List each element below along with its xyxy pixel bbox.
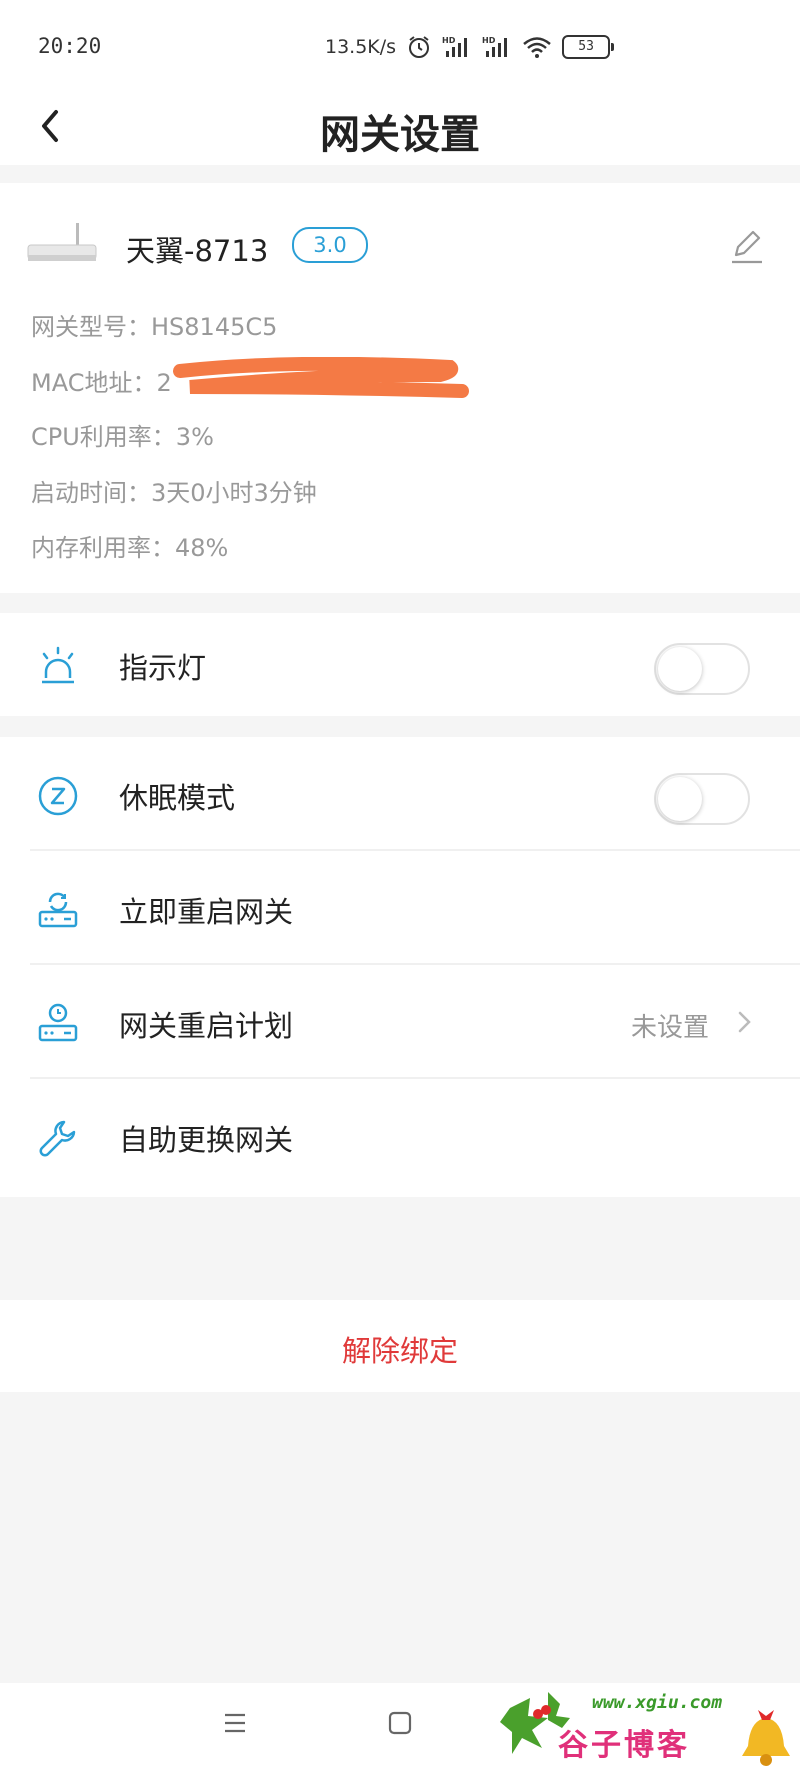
info-cpu: CPU利用率：3% — [31, 423, 214, 451]
hd-signal-icon: HD — [482, 36, 508, 57]
battery-icon: 53 — [562, 35, 615, 59]
menu-icon[interactable] — [221, 1710, 249, 1736]
device-name: 天翼-8713 — [126, 234, 269, 268]
status-bar: 20:20 13.5K/s HD HD 53 — [0, 0, 800, 90]
restart-now-label: 立即重启网关 — [119, 895, 294, 929]
nav-bar: 网关设置 — [0, 90, 800, 165]
info-mac: MAC地址：2 — [31, 369, 172, 397]
restart-now-row[interactable]: 立即重启网关 — [0, 851, 800, 965]
bell-logo — [742, 1710, 790, 1766]
mac-redaction-mark — [173, 357, 469, 398]
sleep-icon — [38, 776, 78, 816]
version-badge: 3.0 — [292, 227, 368, 263]
watermark-url: www.xgiu.com — [592, 1692, 723, 1713]
sleep-mode-row: 休眠模式 — [0, 737, 800, 851]
hd-signal-icon: HD — [442, 36, 468, 57]
light-icon — [42, 646, 74, 684]
replace-gateway-row[interactable]: 自助更换网关 — [0, 1079, 800, 1193]
indicator-light-label: 指示灯 — [119, 651, 207, 685]
network-speed: 13.5K/s — [325, 36, 397, 58]
status-time: 20:20 — [38, 34, 102, 58]
indicator-light-row: 指示灯 — [0, 607, 800, 721]
info-memory: 内存利用率：48% — [31, 534, 229, 562]
replace-gateway-label: 自助更换网关 — [119, 1123, 294, 1157]
toggle-knob — [658, 647, 702, 691]
home-icon[interactable] — [386, 1709, 414, 1737]
indicator-light-toggle[interactable] — [654, 643, 750, 695]
info-uptime: 启动时间：3天0小时3分钟 — [31, 479, 317, 507]
toggle-knob — [658, 777, 702, 821]
sleep-mode-toggle[interactable] — [654, 773, 750, 825]
indicator-section: 指示灯 — [0, 613, 800, 716]
router-restart-icon — [38, 892, 78, 928]
wifi-icon — [523, 37, 551, 58]
router-image — [27, 223, 97, 261]
watermark-brand: 谷子博客 — [558, 1728, 690, 1763]
pencil-icon[interactable] — [726, 225, 768, 267]
svg-text:HD: HD — [442, 36, 456, 45]
settings-list: 休眠模式 立即重启网关 网关重启计划 未设置 自助更换网关 — [0, 737, 800, 1197]
wrench-icon — [39, 1120, 76, 1157]
svg-text:HD: HD — [482, 36, 496, 45]
chevron-right-icon — [738, 1011, 751, 1033]
watermark: www.xgiu.com 谷子博客 — [500, 1680, 800, 1778]
unbind-button[interactable]: 解除绑定 — [0, 1300, 800, 1392]
unbind-label: 解除绑定 — [341, 1334, 458, 1368]
device-card: 天翼-8713 3.0 网关型号：HS8145C5 MAC地址：2 CPU利用率… — [0, 183, 800, 593]
page-title: 网关设置 — [320, 112, 480, 158]
alarm-icon — [409, 36, 430, 58]
restart-plan-row[interactable]: 网关重启计划 未设置 — [0, 965, 800, 1079]
restart-plan-label: 网关重启计划 — [119, 1009, 294, 1043]
sleep-mode-label: 休眠模式 — [119, 781, 236, 815]
router-schedule-icon — [38, 1003, 78, 1042]
info-model: 网关型号：HS8145C5 — [31, 313, 278, 341]
restart-plan-value: 未设置 — [631, 1013, 710, 1043]
status-icons: 13.5K/s HD HD 53 — [325, 30, 615, 64]
